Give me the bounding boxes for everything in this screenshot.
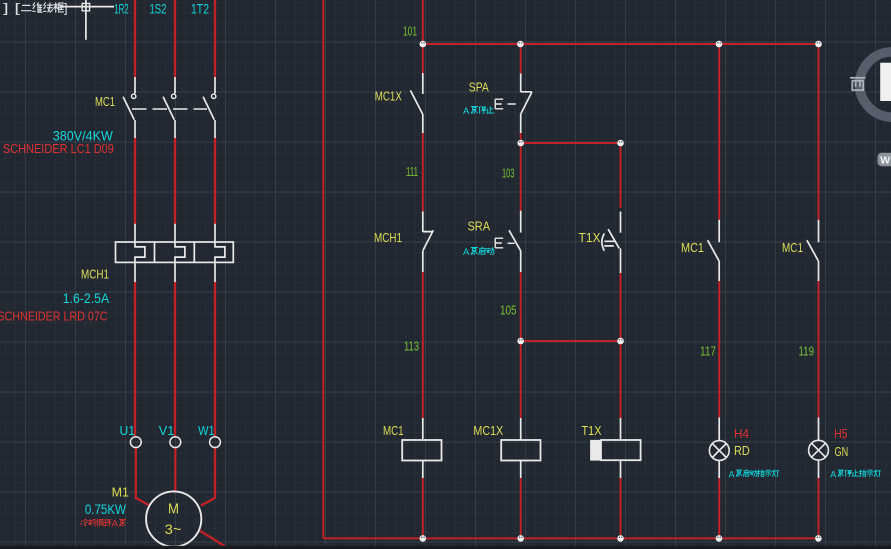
svg-text:]: ] <box>64 1 68 16</box>
svg-text:W: W <box>880 154 890 166</box>
svg-text:H4: H4 <box>734 427 749 441</box>
svg-text:111: 111 <box>406 164 418 179</box>
svg-text:MC1: MC1 <box>383 424 404 438</box>
svg-text:A: A <box>729 470 735 480</box>
svg-text:] [: ] [ <box>3 1 21 16</box>
svg-text:MC1X: MC1X <box>473 424 503 438</box>
svg-text:1S2: 1S2 <box>150 1 167 17</box>
svg-text:A: A <box>830 470 836 480</box>
svg-text:M: M <box>168 501 179 518</box>
svg-text:GN: GN <box>835 445 849 459</box>
svg-text:W1: W1 <box>198 423 215 438</box>
svg-text:MC1X: MC1X <box>375 90 403 104</box>
svg-text:RD: RD <box>734 444 750 458</box>
svg-text:U1: U1 <box>120 423 136 438</box>
svg-text:105: 105 <box>500 303 517 318</box>
svg-text:MC1: MC1 <box>681 241 704 255</box>
svg-text:MC1: MC1 <box>95 94 115 109</box>
svg-text:SCHNEIDER LRD 07C: SCHNEIDER LRD 07C <box>0 309 108 323</box>
svg-text:A: A <box>463 106 470 117</box>
svg-text:0.75KW: 0.75KW <box>85 502 126 517</box>
svg-text:3~: 3~ <box>165 521 182 537</box>
svg-text:H5: H5 <box>834 427 847 441</box>
svg-text:SRA: SRA <box>468 220 491 234</box>
svg-text:117: 117 <box>700 344 716 359</box>
svg-text:1R2: 1R2 <box>114 1 129 17</box>
svg-text:103: 103 <box>502 166 515 181</box>
svg-text:T1X: T1X <box>579 231 602 245</box>
svg-text:A: A <box>463 247 470 258</box>
svg-text:SCHNEIDER LC1 D09: SCHNEIDER LC1 D09 <box>3 142 114 156</box>
svg-text:MCH1: MCH1 <box>81 266 109 281</box>
svg-text:M1: M1 <box>112 484 129 499</box>
svg-text:MC1: MC1 <box>782 241 803 255</box>
svg-text:A: A <box>112 518 119 529</box>
svg-text:V1: V1 <box>159 423 175 438</box>
svg-text:119: 119 <box>799 344 815 359</box>
svg-text:SPA: SPA <box>469 81 490 95</box>
svg-text:101: 101 <box>403 24 417 39</box>
svg-text:113: 113 <box>404 339 419 354</box>
svg-text:MCH1: MCH1 <box>374 231 402 245</box>
svg-text:1.6-2.5A: 1.6-2.5A <box>63 290 110 306</box>
svg-text:T1X: T1X <box>582 424 603 438</box>
svg-text:1T2: 1T2 <box>191 1 209 17</box>
